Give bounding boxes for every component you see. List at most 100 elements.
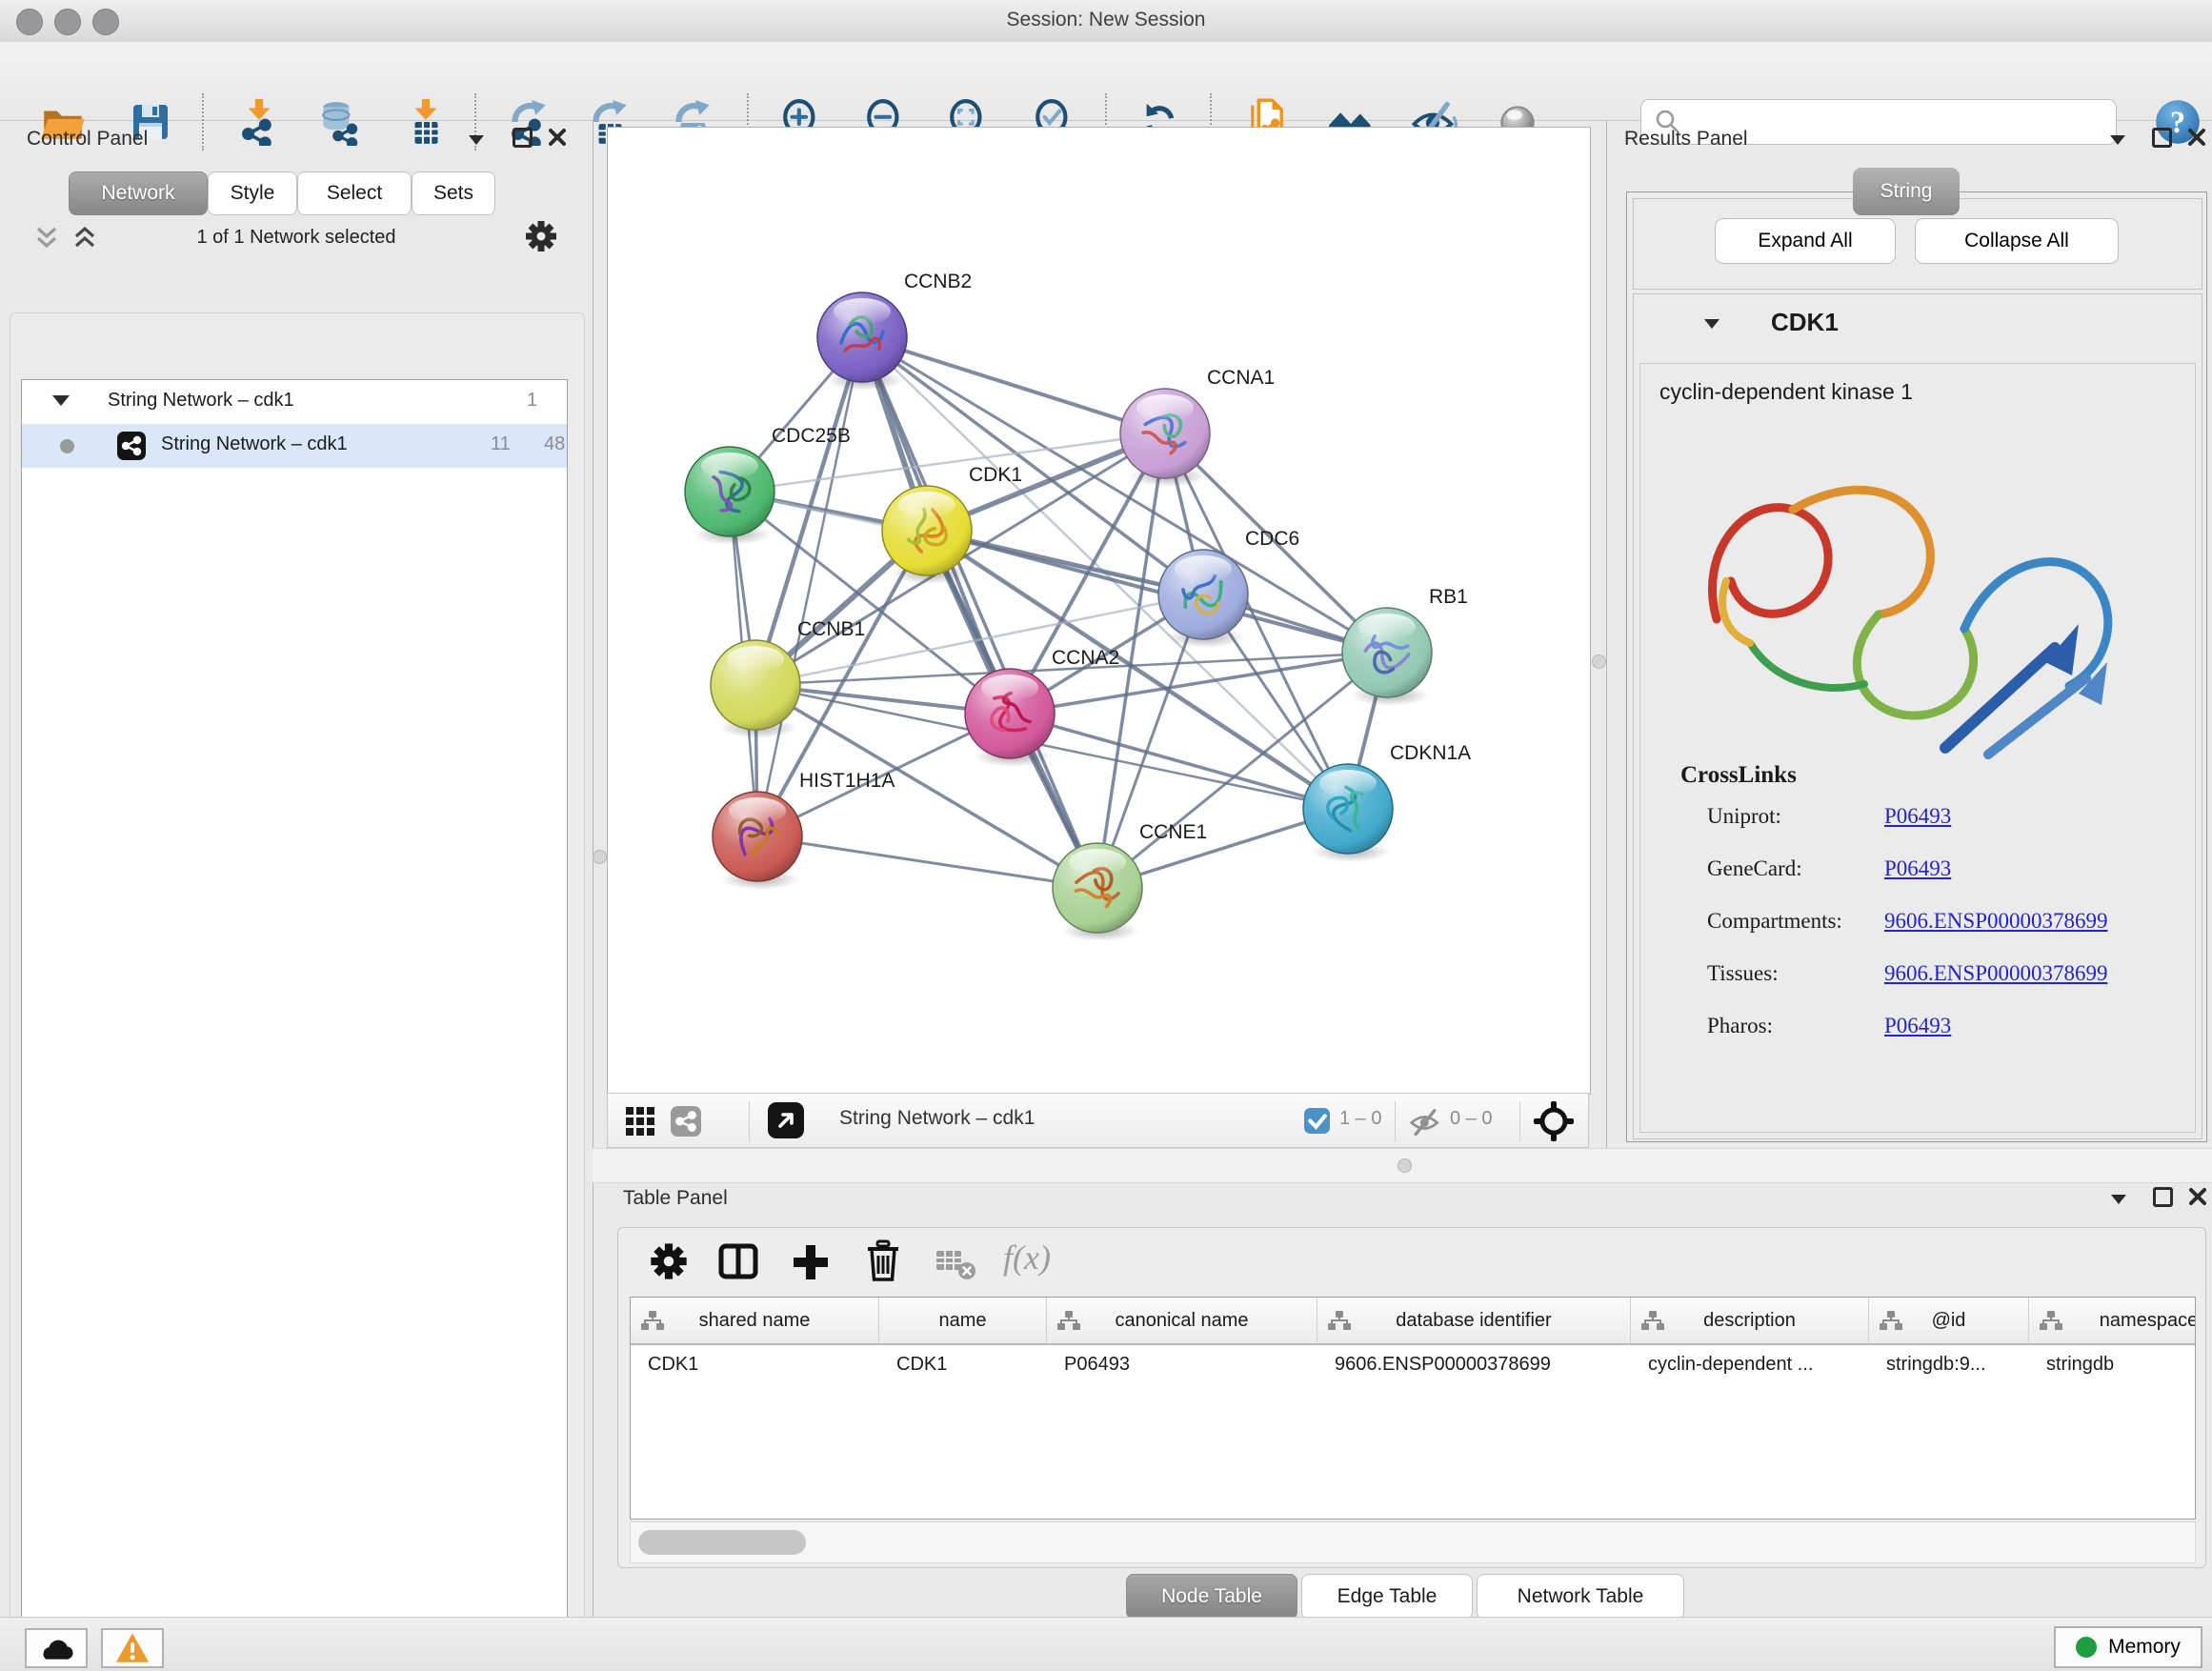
tab-select[interactable]: Select (297, 171, 412, 215)
float-panel-icon[interactable] (2152, 128, 2172, 148)
crosslink-row: Compartments:9606.ENSP00000378699 (1640, 909, 2195, 961)
table-row[interactable]: CDK1CDK1P064939606.ENSP00000378699cyclin… (631, 1343, 2196, 1385)
network-node-CCNA1[interactable] (1120, 389, 1210, 487)
show-columns-icon[interactable] (717, 1241, 759, 1281)
node-label-CDKN1A: CDKN1A (1390, 742, 1471, 764)
control-panel-title: Control Panel (27, 128, 148, 151)
application-window: Session: New Session (0, 0, 2212, 1671)
table-cell: 9606.ENSP00000378699 (1317, 1343, 1631, 1385)
column-label: namespace (2100, 1310, 2196, 1332)
network-node-CCNE1[interactable] (1053, 843, 1142, 941)
open-in-new-window-icon[interactable] (768, 1102, 804, 1138)
tab-network-table[interactable]: Network Table (1477, 1574, 1684, 1620)
panel-menu-caret-icon[interactable] (2110, 135, 2125, 145)
column-header-@id[interactable]: @id (1869, 1298, 2029, 1343)
network-node-count: 11 (491, 433, 511, 455)
column-header-namespace[interactable]: namespace (2029, 1298, 2196, 1343)
network-node-CCNB1[interactable] (711, 640, 800, 738)
network-node-HIST1H1A[interactable] (713, 792, 802, 890)
create-column-plus-icon[interactable] (790, 1241, 832, 1283)
delete-column-trash-icon[interactable] (862, 1239, 904, 1283)
tab-network[interactable]: Network (69, 171, 208, 215)
entry-collapse-caret-icon[interactable] (1704, 319, 1719, 329)
splitter-handle[interactable] (1592, 654, 1606, 669)
tab-node-table[interactable]: Node Table (1126, 1574, 1297, 1620)
crosslink-link[interactable]: P06493 (1884, 1014, 1951, 1038)
panel-menu-caret-icon[interactable] (469, 135, 484, 145)
table-panel: Table Panel (593, 1181, 2212, 1617)
close-panel-icon[interactable] (547, 127, 568, 148)
network-row-selected[interactable]: String Network – cdk1 11 48 (22, 424, 567, 468)
node-table[interactable]: shared name name canonical name database id… (630, 1297, 2196, 1520)
table-cell: CDK1 (879, 1343, 1047, 1385)
network-view-toolbar: String Network – cdk1 1 – 0 0 – 0 (607, 1093, 1589, 1148)
collapse-all-button[interactable]: Collapse All (1915, 218, 2119, 264)
column-header-shared-name[interactable]: shared name (631, 1298, 879, 1343)
network-edge-CCNB2-HIST1H1A[interactable] (757, 337, 862, 836)
network-edge-CDK1-RB1[interactable] (927, 531, 1387, 653)
network-node-CDC6[interactable] (1158, 550, 1248, 648)
network-view-canvas[interactable]: CCNB2CCNA1CDC25BCDK1CDC6RB1CCNB1CCNA2CDK… (607, 127, 1591, 1095)
string-network-graph[interactable]: CCNB2CCNA1CDC25BCDK1CDC6RB1CCNB1CCNA2CDK… (608, 128, 1590, 1094)
results-tab-string[interactable]: String (1853, 168, 1960, 215)
scrollbar-thumb[interactable] (638, 1530, 806, 1555)
column-header-database-identifier[interactable]: database identifier (1317, 1298, 1631, 1343)
fit-selected-crosshair-icon[interactable] (1533, 1100, 1575, 1142)
network-collection-row[interactable]: String Network – cdk1 1 (22, 380, 567, 424)
network-edge-HIST1H1A-CCNE1[interactable] (757, 836, 1097, 888)
entry-description: cyclin-dependent kinase 1 (1659, 379, 1913, 405)
column-label: description (1703, 1310, 1796, 1332)
network-node-CDKN1A[interactable] (1303, 764, 1393, 862)
column-header-canonical-name[interactable]: canonical name (1047, 1298, 1317, 1343)
network-node-RB1[interactable] (1342, 608, 1432, 706)
tab-style[interactable]: Style (208, 171, 297, 215)
memory-button[interactable]: Memory (2054, 1626, 2202, 1668)
memory-label: Memory (2108, 1636, 2181, 1659)
node-label-HIST1H1A: HIST1H1A (799, 770, 895, 792)
splitter-handle[interactable] (593, 850, 607, 864)
crosslink-link[interactable]: P06493 (1884, 804, 1951, 829)
network-options-gear-icon[interactable] (524, 219, 558, 253)
float-panel-icon[interactable] (513, 128, 533, 148)
crosslink-link[interactable]: 9606.ENSP00000378699 (1884, 961, 2108, 986)
tab-edge-table[interactable]: Edge Table (1301, 1574, 1473, 1620)
table-horizontal-scrollbar[interactable] (630, 1521, 2196, 1563)
float-panel-icon[interactable] (2153, 1187, 2173, 1207)
network-node-CCNA2[interactable] (965, 669, 1055, 767)
crosslink-link[interactable]: P06493 (1884, 856, 1951, 881)
collection-expand-caret-icon[interactable] (52, 395, 70, 406)
close-panel-icon[interactable] (2187, 1186, 2208, 1207)
hidden-node-edge-counts: 0 – 0 (1450, 1108, 1492, 1130)
crosslink-link[interactable]: 9606.ENSP00000378699 (1884, 909, 2108, 934)
crosslink-label: Pharos: (1707, 1014, 1773, 1038)
memory-status-dot (2076, 1637, 2097, 1658)
column-label: database identifier (1396, 1310, 1551, 1332)
share-network-icon[interactable] (671, 1106, 701, 1137)
title-bar: Session: New Session (0, 0, 2212, 43)
tab-sets[interactable]: Sets (412, 171, 495, 215)
network-edge-CCNB2-CCNA1[interactable] (862, 337, 1165, 433)
table-settings-gear-icon[interactable] (649, 1241, 689, 1281)
panel-menu-caret-icon[interactable] (2111, 1195, 2126, 1204)
column-header-name[interactable]: name (879, 1298, 1047, 1343)
toolbar-separator (1519, 1101, 1520, 1141)
birdseye-grid-icon[interactable] (625, 1106, 655, 1137)
warnings-button[interactable] (101, 1628, 164, 1668)
close-panel-icon[interactable] (2186, 127, 2207, 148)
function-builder-icon: f(x) (1003, 1238, 1051, 1278)
splitter-handle[interactable] (1398, 1158, 1412, 1173)
node-label-CCNE1: CCNE1 (1139, 821, 1207, 843)
selected-checkbox-icon[interactable] (1304, 1108, 1330, 1134)
cloud-status-button[interactable] (25, 1628, 88, 1668)
crosslink-row: Tissues:9606.ENSP00000378699 (1640, 961, 2195, 1014)
network-node-CDC25B[interactable] (685, 447, 774, 545)
network-edge-CCNB2-CCNE1[interactable] (862, 337, 1097, 888)
column-label: shared name (699, 1310, 811, 1332)
column-label: name (938, 1310, 986, 1332)
horizontal-splitter[interactable] (593, 1148, 2212, 1183)
network-node-CCNB2[interactable] (817, 292, 907, 391)
column-header-description[interactable]: description (1631, 1298, 1869, 1343)
node-table-header: shared name name canonical name database id… (631, 1298, 2196, 1345)
network-node-CDK1[interactable] (882, 486, 972, 584)
expand-all-button[interactable]: Expand All (1715, 218, 1896, 264)
